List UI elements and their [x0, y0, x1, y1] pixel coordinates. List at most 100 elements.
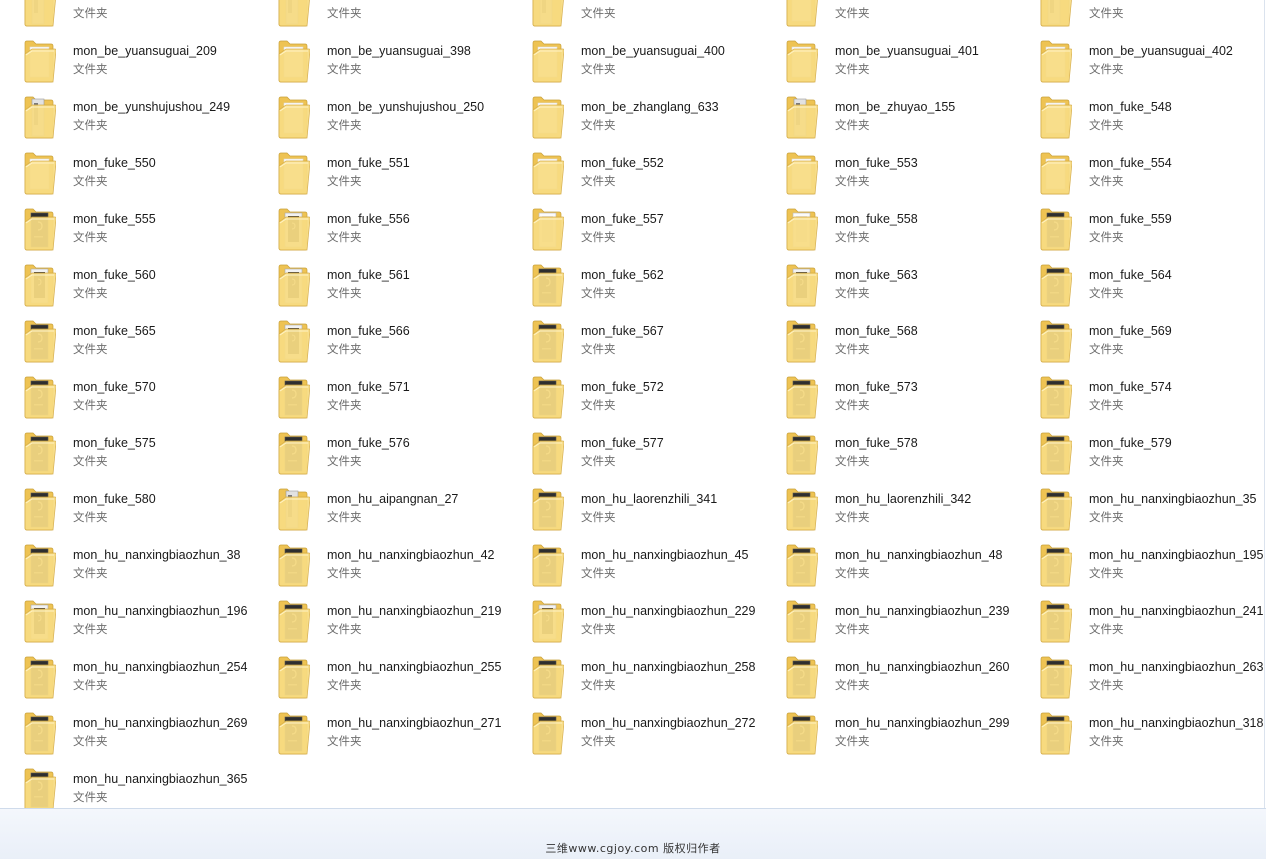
folder-item[interactable]: mon_fuke_576 文件夹	[254, 424, 508, 480]
folder-item[interactable]: mon_be_yuansuguai_398 文件夹	[254, 32, 508, 88]
folder-item[interactable]: mon_be_yunshujushou_250 文件夹	[254, 88, 508, 144]
folder-name: mon_be_yuansuguai_401	[835, 44, 979, 58]
folder-item[interactable]: mon_fuke_550 文件夹	[0, 144, 254, 200]
folder-icon	[22, 94, 56, 140]
folder-icon-graphic	[786, 96, 818, 139]
folder-type: 文件夹	[327, 230, 362, 244]
folder-item[interactable]: mon_fuke_557 文件夹	[508, 200, 762, 256]
folder-item[interactable]: mon_fuke_580 文件夹	[0, 480, 254, 536]
folder-item[interactable]: mon_fuke_569 文件夹	[1016, 312, 1264, 368]
folder-item[interactable]: mon_fuke_572 文件夹	[508, 368, 762, 424]
folder-name: mon_fuke_568	[835, 324, 918, 338]
folder-item[interactable]: mon_hu_nanxingbiaozhun_239 文件夹	[762, 592, 1016, 648]
folder-icon	[1038, 374, 1072, 420]
folder-item[interactable]: 文件夹	[508, 0, 762, 32]
folder-item[interactable]: mon_fuke_548 文件夹	[1016, 88, 1264, 144]
folder-item[interactable]: mon_hu_nanxingbiaozhun_269 文件夹	[0, 704, 254, 760]
folder-item[interactable]: mon_fuke_561 文件夹	[254, 256, 508, 312]
folder-item[interactable]: mon_fuke_551 文件夹	[254, 144, 508, 200]
folder-item[interactable]: mon_fuke_558 文件夹	[762, 200, 1016, 256]
folder-item[interactable]: mon_fuke_568 文件夹	[762, 312, 1016, 368]
folder-item[interactable]: mon_fuke_573 文件夹	[762, 368, 1016, 424]
folder-item[interactable]: mon_fuke_571 文件夹	[254, 368, 508, 424]
folder-item[interactable]: 文件夹	[254, 0, 508, 32]
folder-item[interactable]: mon_fuke_559 文件夹	[1016, 200, 1264, 256]
folder-icon	[276, 374, 310, 420]
folder-item[interactable]: mon_hu_laorenzhili_342 文件夹	[762, 480, 1016, 536]
folder-item[interactable]: mon_hu_nanxingbiaozhun_35 文件夹	[1016, 480, 1264, 536]
folder-item[interactable]: mon_fuke_567 文件夹	[508, 312, 762, 368]
folder-type: 文件夹	[327, 286, 362, 300]
folder-item[interactable]: mon_be_zhuyao_155 文件夹	[762, 88, 1016, 144]
folder-item[interactable]: mon_hu_nanxingbiaozhun_318 文件夹	[1016, 704, 1264, 760]
folder-item[interactable]: mon_hu_nanxingbiaozhun_45 文件夹	[508, 536, 762, 592]
folder-item[interactable]: mon_fuke_565 文件夹	[0, 312, 254, 368]
folder-item[interactable]: mon_hu_nanxingbiaozhun_195 文件夹	[1016, 536, 1264, 592]
folder-item[interactable]: mon_hu_laorenzhili_341 文件夹	[508, 480, 762, 536]
folder-item[interactable]: mon_hu_nanxingbiaozhun_258 文件夹	[508, 648, 762, 704]
folder-icon	[22, 598, 56, 644]
folder-icon-graphic	[786, 656, 818, 699]
folder-item[interactable]: mon_hu_nanxingbiaozhun_254 文件夹	[0, 648, 254, 704]
folder-item[interactable]: mon_hu_nanxingbiaozhun_219 文件夹	[254, 592, 508, 648]
folder-item[interactable]: mon_be_yunshujushou_249 文件夹	[0, 88, 254, 144]
folder-item[interactable]: mon_fuke_555 文件夹	[0, 200, 254, 256]
folder-item[interactable]: mon_hu_nanxingbiaozhun_38 文件夹	[0, 536, 254, 592]
folder-item[interactable]: mon_fuke_553 文件夹	[762, 144, 1016, 200]
folder-icon	[276, 654, 310, 700]
folder-item[interactable]: mon_fuke_574 文件夹	[1016, 368, 1264, 424]
folder-item[interactable]: mon_hu_nanxingbiaozhun_42 文件夹	[254, 536, 508, 592]
folder-icon-graphic	[1040, 432, 1072, 475]
folder-item[interactable]: mon_hu_nanxingbiaozhun_196 文件夹	[0, 592, 254, 648]
folder-item[interactable]: mon_fuke_560 文件夹	[0, 256, 254, 312]
folder-item[interactable]: mon_fuke_552 文件夹	[508, 144, 762, 200]
folder-item[interactable]: mon_fuke_554 文件夹	[1016, 144, 1264, 200]
folder-name: mon_hu_laorenzhili_342	[835, 492, 972, 506]
folder-item[interactable]: mon_fuke_566 文件夹	[254, 312, 508, 368]
folder-icon	[530, 262, 564, 308]
folder-item[interactable]: mon_be_yuansuguai_209 文件夹	[0, 32, 254, 88]
folder-item[interactable]: mon_hu_nanxingbiaozhun_365 文件夹	[0, 760, 254, 808]
folder-name: mon_hu_nanxingbiaozhun_271	[327, 716, 502, 730]
folder-item[interactable]: mon_fuke_575 文件夹	[0, 424, 254, 480]
file-list-view[interactable]: 文件夹 文件夹 文件夹 文件夹 文件夹 mon_be_yuansuguai_209 文件夹 m…	[0, 0, 1265, 808]
folder-item[interactable]: 文件夹	[0, 0, 254, 32]
folder-type: 文件夹	[1089, 174, 1124, 188]
folder-item[interactable]: mon_hu_nanxingbiaozhun_263 文件夹	[1016, 648, 1264, 704]
folder-item[interactable]: mon_fuke_563 文件夹	[762, 256, 1016, 312]
folder-item[interactable]: mon_hu_nanxingbiaozhun_48 文件夹	[762, 536, 1016, 592]
folder-icon	[784, 318, 818, 364]
folder-item[interactable]: mon_fuke_562 文件夹	[508, 256, 762, 312]
folder-icon	[22, 486, 56, 532]
folder-item[interactable]: mon_be_yuansuguai_402 文件夹	[1016, 32, 1264, 88]
folder-item[interactable]: mon_hu_nanxingbiaozhun_299 文件夹	[762, 704, 1016, 760]
file-explorer-window: 文件夹 文件夹 文件夹 文件夹 文件夹 mon_be_yuansuguai_209 文件夹 m…	[0, 0, 1266, 859]
folder-type: 文件夹	[327, 510, 362, 524]
folder-item[interactable]: 文件夹	[762, 0, 1016, 32]
folder-item[interactable]: mon_hu_aipangnan_27 文件夹	[254, 480, 508, 536]
folder-item[interactable]: mon_fuke_556 文件夹	[254, 200, 508, 256]
folder-item[interactable]: mon_fuke_579 文件夹	[1016, 424, 1264, 480]
folder-item[interactable]: mon_hu_nanxingbiaozhun_271 文件夹	[254, 704, 508, 760]
folder-icon-graphic	[278, 208, 310, 251]
folder-item[interactable]: mon_hu_nanxingbiaozhun_260 文件夹	[762, 648, 1016, 704]
folder-item[interactable]: mon_fuke_577 文件夹	[508, 424, 762, 480]
folder-item[interactable]: mon_fuke_578 文件夹	[762, 424, 1016, 480]
folder-item[interactable]: mon_fuke_564 文件夹	[1016, 256, 1264, 312]
folder-item[interactable]: mon_hu_nanxingbiaozhun_229 文件夹	[508, 592, 762, 648]
folder-item[interactable]: 文件夹	[1016, 0, 1264, 32]
folder-item[interactable]: mon_hu_nanxingbiaozhun_272 文件夹	[508, 704, 762, 760]
folder-icon-graphic	[532, 96, 564, 139]
folder-icon-graphic	[532, 208, 564, 251]
folder-item[interactable]: mon_hu_nanxingbiaozhun_241 文件夹	[1016, 592, 1264, 648]
folder-icon	[530, 206, 564, 252]
folder-item[interactable]: mon_be_zhanglang_633 文件夹	[508, 88, 762, 144]
folder-icon-graphic	[24, 544, 56, 587]
folder-item[interactable]: mon_be_yuansuguai_400 文件夹	[508, 32, 762, 88]
folder-type: 文件夹	[581, 678, 616, 692]
folder-item[interactable]: mon_be_yuansuguai_401 文件夹	[762, 32, 1016, 88]
folder-item[interactable]: mon_fuke_570 文件夹	[0, 368, 254, 424]
folder-icon	[530, 542, 564, 588]
folder-item[interactable]: mon_hu_nanxingbiaozhun_255 文件夹	[254, 648, 508, 704]
folder-name: mon_fuke_564	[1089, 268, 1172, 282]
